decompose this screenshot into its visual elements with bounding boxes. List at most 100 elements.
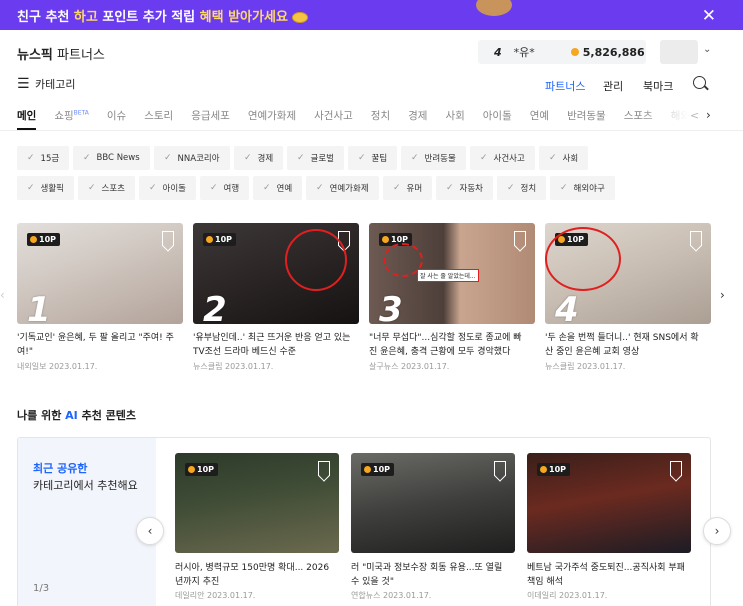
chip-label: 반려동물 <box>424 154 456 164</box>
chip-item[interactable]: ✓ 15금 <box>17 146 70 170</box>
tab-0[interactable]: 메인 <box>17 108 37 130</box>
tab-10[interactable]: 아이돌 <box>483 108 512 130</box>
nav-manage[interactable]: 관리 <box>603 78 623 94</box>
chip-item[interactable]: ✓ 사건사고 <box>470 146 535 170</box>
check-icon: ✓ <box>446 183 454 193</box>
promo-banner[interactable]: 친구 추천 하고 포인트 추가 적립 혜택 받아가세요 ✕ <box>0 0 743 30</box>
news-title[interactable]: '유부남인데..' 최근 뜨거운 반응 얻고 있는 TV조선 드라마 베드신 수… <box>193 331 353 361</box>
chevron-down-icon[interactable]: ⌄ <box>703 44 711 55</box>
tab-2[interactable]: 이슈 <box>107 108 126 130</box>
news-thumbnail[interactable]: 10P 잘 사는 줄 알았는데... 3 <box>369 223 535 324</box>
ai-thumbnail[interactable]: 10P <box>527 453 691 553</box>
tab-prev-icon[interactable]: < <box>690 109 699 122</box>
tab-5[interactable]: 연예가화제 <box>248 108 296 130</box>
carousel-next-icon[interactable]: › <box>720 288 725 302</box>
banner-close-icon[interactable]: ✕ <box>702 6 716 26</box>
news-meta: 뉴스클립 2023.01.17. <box>545 362 626 371</box>
image-caption: 잘 사는 줄 알았는데... <box>417 269 479 282</box>
chip-item[interactable]: ✓ 자동차 <box>436 176 494 200</box>
chip-item[interactable]: ✓ 경제 <box>234 146 284 170</box>
news-title[interactable]: '두 손을 번쩍 들더니..' 현재 SNS에서 확산 중인 윤은혜 교회 영상 <box>545 331 705 361</box>
point-badge: 10P <box>27 233 60 246</box>
chip-item[interactable]: ✓ BBC News <box>73 146 150 170</box>
banner-text: 친구 추천 하고 포인트 추가 적립 혜택 받아가세요 <box>17 6 308 25</box>
chip-label: 15금 <box>40 154 60 164</box>
user-info[interactable]: 4 *유* 5,826,886 <box>478 40 646 64</box>
chip-item[interactable]: ✓ 생활픽 <box>17 176 75 200</box>
bookmark-icon[interactable] <box>514 231 526 246</box>
tab-7[interactable]: 정치 <box>371 108 390 130</box>
tab-8[interactable]: 경제 <box>408 108 427 130</box>
chip-item[interactable]: ✓ 연예 <box>253 176 303 200</box>
bookmark-icon[interactable] <box>318 461 330 476</box>
coin-decoration-icon <box>476 0 512 16</box>
chip-item[interactable]: ✓ 반려동물 <box>401 146 466 170</box>
divider <box>0 130 743 131</box>
coin-icon <box>291 11 308 23</box>
tab-4[interactable]: 응급세포 <box>191 108 230 130</box>
ai-next-button[interactable]: › <box>703 517 731 545</box>
tab-11[interactable]: 연예 <box>530 108 549 130</box>
check-icon: ✓ <box>210 183 218 193</box>
hamburger-icon[interactable]: ☰ <box>17 76 30 92</box>
tab-next-icon[interactable]: › <box>706 108 711 122</box>
nav-partners[interactable]: 파트너스 <box>545 78 585 94</box>
bookmark-icon[interactable] <box>494 461 506 476</box>
chip-item[interactable]: ✓ 연예가화제 <box>306 176 379 200</box>
tab-12[interactable]: 반려동물 <box>567 108 606 130</box>
news-title[interactable]: '기독교인' 윤은혜, 두 팔 올리고 "주여! 주여!" <box>17 331 177 361</box>
tab-1[interactable]: 쇼핑BETA <box>54 108 89 130</box>
coin-icon <box>30 236 37 243</box>
check-icon: ✓ <box>27 183 35 193</box>
ai-prev-button[interactable]: ‹ <box>136 517 164 545</box>
brand-logo[interactable]: 뉴스픽 파트너스 <box>17 44 105 63</box>
chip-item[interactable]: ✓ 스포츠 <box>78 176 136 200</box>
news-meta: 뉴스클립 2023.01.17. <box>193 362 274 371</box>
point-coin-icon <box>570 48 579 56</box>
bookmark-icon[interactable] <box>162 231 174 246</box>
ai-news-title[interactable]: 베트남 국가주석 중도퇴진...공직사회 부패 책임 해석 <box>527 561 685 589</box>
tab-9[interactable]: 사회 <box>445 108 464 130</box>
nav-bookmark[interactable]: 북마크 <box>643 78 673 94</box>
chip-item[interactable]: ✓ 아이돌 <box>139 176 197 200</box>
search-icon[interactable] <box>693 76 706 89</box>
chip-item[interactable]: ✓ 글로벌 <box>287 146 345 170</box>
highlight-circle <box>285 229 347 291</box>
check-icon: ✓ <box>88 183 96 193</box>
chip-item[interactable]: ✓ 사회 <box>539 146 589 170</box>
avatar[interactable] <box>660 40 698 64</box>
chip-label: 꿀팁 <box>371 154 388 164</box>
news-thumbnail[interactable]: 10P 4 <box>545 223 711 324</box>
news-title[interactable]: "너무 무섭다"...심각할 정도로 종교에 빠진 윤은혜, 충격 근황에 모두… <box>369 331 529 361</box>
chip-item[interactable]: ✓ 유머 <box>383 176 433 200</box>
check-icon: ✓ <box>244 153 252 163</box>
ai-news-title[interactable]: 러시아, 병력규모 150만명 확대... 2026년까지 추진 <box>175 561 333 589</box>
beta-badge: BETA <box>73 109 89 117</box>
category-menu[interactable]: 카테고리 <box>35 76 75 92</box>
news-thumbnail[interactable]: 10P 1 <box>17 223 183 324</box>
ai-news-title[interactable]: 러 "미국과 정보수장 회동 유용...또 열릴 수 있을 것" <box>351 561 509 589</box>
chip-item[interactable]: ✓ 꿀팁 <box>348 146 398 170</box>
coin-icon <box>188 466 195 473</box>
user-points: 5,826,886 <box>582 45 645 59</box>
ai-thumbnail[interactable]: 10P <box>175 453 339 553</box>
chip-item[interactable]: ✓ 해외야구 <box>550 176 615 200</box>
coin-icon <box>364 466 371 473</box>
chip-item[interactable]: ✓ 여행 <box>200 176 250 200</box>
coin-icon <box>382 236 389 243</box>
rank-number: 3 <box>379 290 403 324</box>
chip-label: 여행 <box>223 184 240 194</box>
ai-page-indicator: 1/3 <box>33 583 50 594</box>
chip-label: 생활픽 <box>40 184 65 194</box>
carousel-prev-icon[interactable]: ‹ <box>0 288 5 302</box>
chip-item[interactable]: ✓ NNA코리아 <box>154 146 230 170</box>
bookmark-icon[interactable] <box>690 231 702 246</box>
tab-6[interactable]: 사건사고 <box>314 108 353 130</box>
chip-item[interactable]: ✓ 정치 <box>497 176 547 200</box>
tab-3[interactable]: 스토리 <box>144 108 173 130</box>
news-thumbnail[interactable]: 10P 2 <box>193 223 359 324</box>
bookmark-icon[interactable] <box>670 461 682 476</box>
ai-thumbnail[interactable]: 10P <box>351 453 515 553</box>
check-icon: ✓ <box>164 153 172 163</box>
chip-label: 유머 <box>406 184 423 194</box>
